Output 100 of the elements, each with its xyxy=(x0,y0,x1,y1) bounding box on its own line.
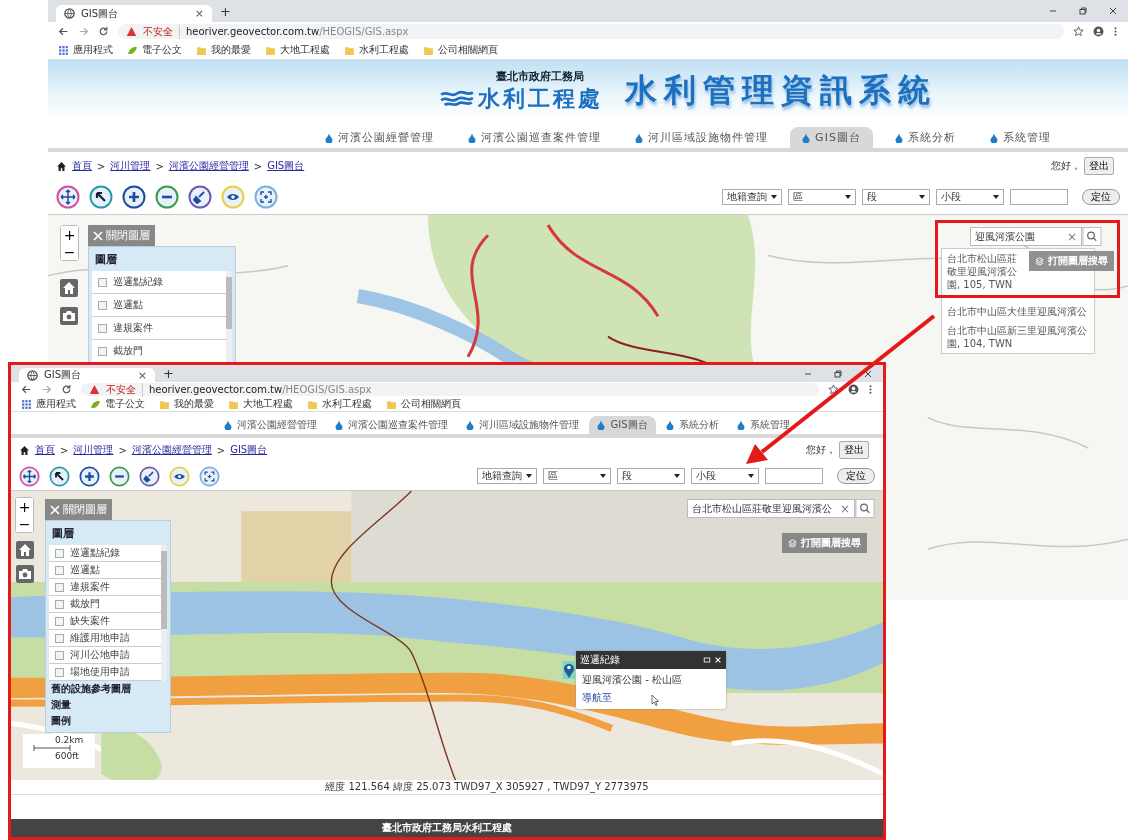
camera-button[interactable] xyxy=(16,565,34,583)
nav-tab[interactable]: GIS圖台 xyxy=(589,416,656,434)
checkbox[interactable] xyxy=(98,346,107,356)
nav-tab[interactable]: 河川區域設施物件管理 xyxy=(458,416,588,434)
zoom-in-button[interactable]: + xyxy=(16,498,33,515)
star-icon[interactable] xyxy=(1073,26,1084,37)
bookmark-link[interactable]: 電子公文 xyxy=(142,43,182,57)
search-button[interactable] xyxy=(855,499,875,518)
layer-item[interactable]: 巡邏點 xyxy=(49,562,161,579)
checkbox[interactable] xyxy=(55,633,64,643)
browser-tab[interactable]: GIS圖台 × xyxy=(19,368,155,382)
search-button[interactable] xyxy=(1082,227,1102,246)
reload-icon[interactable] xyxy=(61,384,72,395)
clear-button[interactable]: × xyxy=(1066,229,1077,244)
menu-icon[interactable] xyxy=(1113,26,1118,37)
pointer-tool-icon[interactable] xyxy=(89,185,113,209)
navigate-link[interactable]: 導航至 xyxy=(576,689,726,709)
lot-number-field[interactable] xyxy=(765,468,823,484)
back-icon[interactable] xyxy=(58,26,69,37)
breadcrumb-link[interactable]: 首頁 xyxy=(35,443,55,457)
checkbox[interactable] xyxy=(98,300,107,310)
nav-tab[interactable]: 系統分析 xyxy=(657,416,727,434)
search-result[interactable]: 台北市中山區新三里迎風河濱公園, 104, TWN xyxy=(942,321,1094,353)
dropdown-field[interactable]: 區 xyxy=(788,189,856,205)
lot-number-field[interactable] xyxy=(1010,189,1068,205)
bookmark-link[interactable]: 應用程式 xyxy=(73,43,113,57)
restore-icon[interactable] xyxy=(1078,6,1088,16)
nav-tab[interactable]: 系統管理 xyxy=(977,127,1063,148)
pan-tool-icon[interactable] xyxy=(56,185,80,209)
bookmark-link[interactable]: 水利工程處 xyxy=(359,43,409,57)
account-icon[interactable] xyxy=(1093,26,1104,37)
breadcrumb-link[interactable]: GIS圖台 xyxy=(230,443,268,457)
eye-tool-icon[interactable] xyxy=(221,185,245,209)
layer-item[interactable]: 巡邏點 xyxy=(92,294,226,317)
checkbox[interactable] xyxy=(55,565,64,575)
broom-tool-icon[interactable] xyxy=(139,465,160,487)
checkbox[interactable] xyxy=(55,599,64,609)
nav-tab[interactable]: 河濱公園經營管理 xyxy=(216,416,326,434)
pan-tool-icon[interactable] xyxy=(19,465,40,487)
breadcrumb-link[interactable]: 河濱公園經營管理 xyxy=(131,443,212,457)
close-layers-button[interactable]: 關閉圖層 xyxy=(88,225,155,246)
nav-tab[interactable]: 系統分析 xyxy=(882,127,968,148)
bookmark-link[interactable]: 水利工程處 xyxy=(322,397,372,411)
logout-button[interactable]: 登出 xyxy=(1084,157,1114,175)
logout-button[interactable]: 登出 xyxy=(839,441,869,459)
layer-item[interactable]: 場地使用申請 xyxy=(49,664,161,681)
full-extent-tool-icon[interactable] xyxy=(254,185,278,209)
breadcrumb-link[interactable]: 河濱公園經營管理 xyxy=(168,159,249,173)
bookmark-link[interactable]: 我的最愛 xyxy=(174,397,214,411)
layer-item[interactable]: 違規案件 xyxy=(49,579,161,596)
bookmark-link[interactable]: 電子公文 xyxy=(105,397,145,411)
pointer-tool-icon[interactable] xyxy=(49,465,70,487)
bookmark-link[interactable]: 應用程式 xyxy=(36,397,76,411)
zoom-in-button[interactable]: + xyxy=(61,226,78,243)
dropdown-field[interactable]: 小段 xyxy=(691,468,759,484)
bookmark-link[interactable]: 大地工程處 xyxy=(280,43,330,57)
home-button[interactable] xyxy=(16,541,34,559)
checkbox[interactable] xyxy=(55,548,64,558)
checkbox[interactable] xyxy=(55,667,64,677)
bookmark-link[interactable]: 公司相關網頁 xyxy=(401,397,461,411)
zoom-in-tool-icon[interactable] xyxy=(79,465,100,487)
layer-item[interactable]: 河川公地申請 xyxy=(49,647,161,664)
new-tab-button[interactable]: + xyxy=(220,3,231,19)
checkbox[interactable] xyxy=(55,582,64,592)
zoom-in-tool-icon[interactable] xyxy=(122,185,146,209)
open-layer-search-button[interactable]: 打開圖層搜尋 xyxy=(782,533,867,553)
layer-item[interactable]: 巡邏點紀錄 xyxy=(92,271,226,294)
tab-close[interactable]: × xyxy=(194,7,204,20)
new-tab-button[interactable]: + xyxy=(163,366,174,381)
camera-button[interactable] xyxy=(60,307,78,325)
nav-tab[interactable]: 系統管理 xyxy=(728,416,798,434)
nav-tab[interactable]: 河濱公園巡查案件管理 xyxy=(327,416,457,434)
search-field[interactable]: 台北市松山區莊敬里迎風河濱公 × xyxy=(687,499,855,518)
bookmark-link[interactable]: 大地工程處 xyxy=(243,397,293,411)
checkbox[interactable] xyxy=(98,323,107,333)
address-field[interactable]: 不安全 heoriver.geovector.com.tw/HEOGIS/GIS.aspx xyxy=(118,24,1064,39)
address-field[interactable]: 不安全 heoriver.geovector.com.tw/HEOGIS/GIS.aspx xyxy=(81,383,819,396)
maximize-icon[interactable] xyxy=(703,656,711,664)
browser-tab[interactable]: GIS圖台 × xyxy=(56,5,212,22)
close-icon[interactable] xyxy=(863,368,873,379)
locate-button[interactable]: 定位 xyxy=(1082,189,1120,205)
query-mode-dropdown[interactable]: 地籍查詢 xyxy=(722,189,782,205)
search-field[interactable]: 迎風河濱公園 × xyxy=(970,227,1082,246)
breadcrumb-link[interactable]: GIS圖台 xyxy=(267,159,305,173)
close-layers-button[interactable]: 關閉圖層 xyxy=(45,499,112,520)
menu-icon[interactable] xyxy=(868,384,873,395)
breadcrumb-link[interactable]: 首頁 xyxy=(72,159,92,173)
home-button[interactable] xyxy=(60,279,78,297)
restore-icon[interactable] xyxy=(833,368,843,379)
layer-item[interactable]: 違規案件 xyxy=(92,317,226,340)
full-extent-tool-icon[interactable] xyxy=(199,465,220,487)
dropdown-field[interactable]: 段 xyxy=(862,189,930,205)
nav-tab[interactable]: 河川區域設施物件管理 xyxy=(623,127,781,148)
layer-item[interactable]: 巡邏點紀錄 xyxy=(49,545,161,562)
back-icon[interactable] xyxy=(21,384,32,395)
map-pin-icon[interactable] xyxy=(563,661,575,679)
dropdown-field[interactable]: 小段 xyxy=(936,189,1004,205)
layer-section-link[interactable]: 圖例 xyxy=(49,713,167,729)
dropdown-field[interactable]: 段 xyxy=(617,468,685,484)
bookmark-link[interactable]: 公司相關網頁 xyxy=(438,43,498,57)
